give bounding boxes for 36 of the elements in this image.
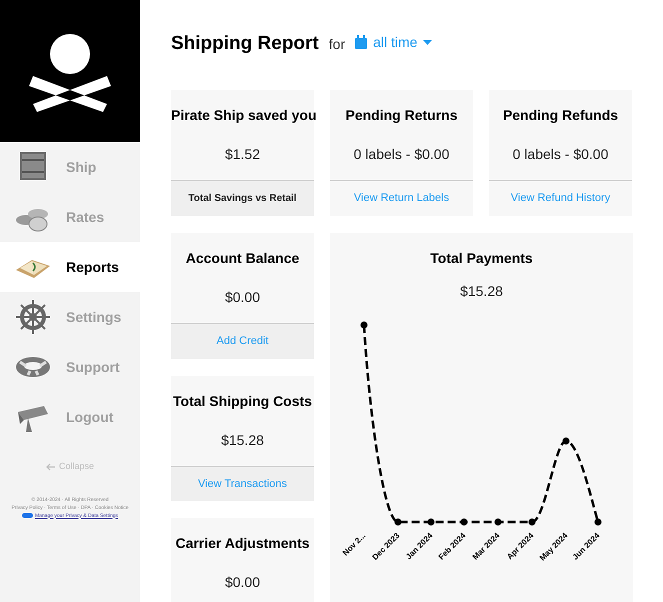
card-title: Pending Refunds	[502, 106, 620, 125]
sidebar-item[interactable]: Reports	[0, 242, 140, 292]
logo[interactable]	[0, 0, 140, 142]
card-title: Total Payments	[430, 249, 533, 268]
card-value: $0.00	[224, 288, 262, 307]
data-point	[428, 518, 434, 526]
data-point	[562, 438, 570, 444]
card-button[interactable]: Add Credit	[171, 323, 314, 358]
card-button[interactable]: View Transactions	[171, 466, 314, 501]
data-point	[594, 518, 602, 526]
page-title: Shipping Report	[171, 32, 319, 56]
card-title: Account Balance	[184, 249, 300, 268]
for-label: for	[328, 35, 346, 54]
card-value: $15.28	[460, 282, 503, 301]
privacy-toggle-icon	[22, 513, 33, 518]
card-value: $1.52	[224, 145, 262, 164]
card-value: 0 labels - $0.00	[512, 145, 610, 164]
left-arrow-icon	[46, 462, 55, 471]
date-range-dropdown[interactable]: all time	[355, 32, 432, 52]
ship-wheel-icon	[14, 298, 52, 336]
data-point	[494, 518, 502, 526]
card-value: $15.28	[220, 430, 265, 450]
data-point	[360, 322, 368, 328]
card-value: $0.00	[224, 573, 262, 592]
card-title: Total Shipping Costs	[172, 392, 313, 411]
data-point	[460, 518, 468, 526]
caret-icon	[423, 40, 432, 44]
calendar-icon	[355, 35, 368, 49]
card-value: 0 labels - $0.00	[352, 145, 450, 164]
card-title: Pirate Ship saved you	[171, 106, 314, 125]
data-point	[394, 518, 402, 526]
card-footer-text: Total Savings vs Retail	[171, 180, 314, 216]
card-title: Pending Returns	[344, 106, 458, 125]
data-point	[528, 518, 536, 526]
axis-label: Nov 2...	[340, 531, 368, 558]
card-title: Carrier Adjustments	[174, 534, 311, 553]
